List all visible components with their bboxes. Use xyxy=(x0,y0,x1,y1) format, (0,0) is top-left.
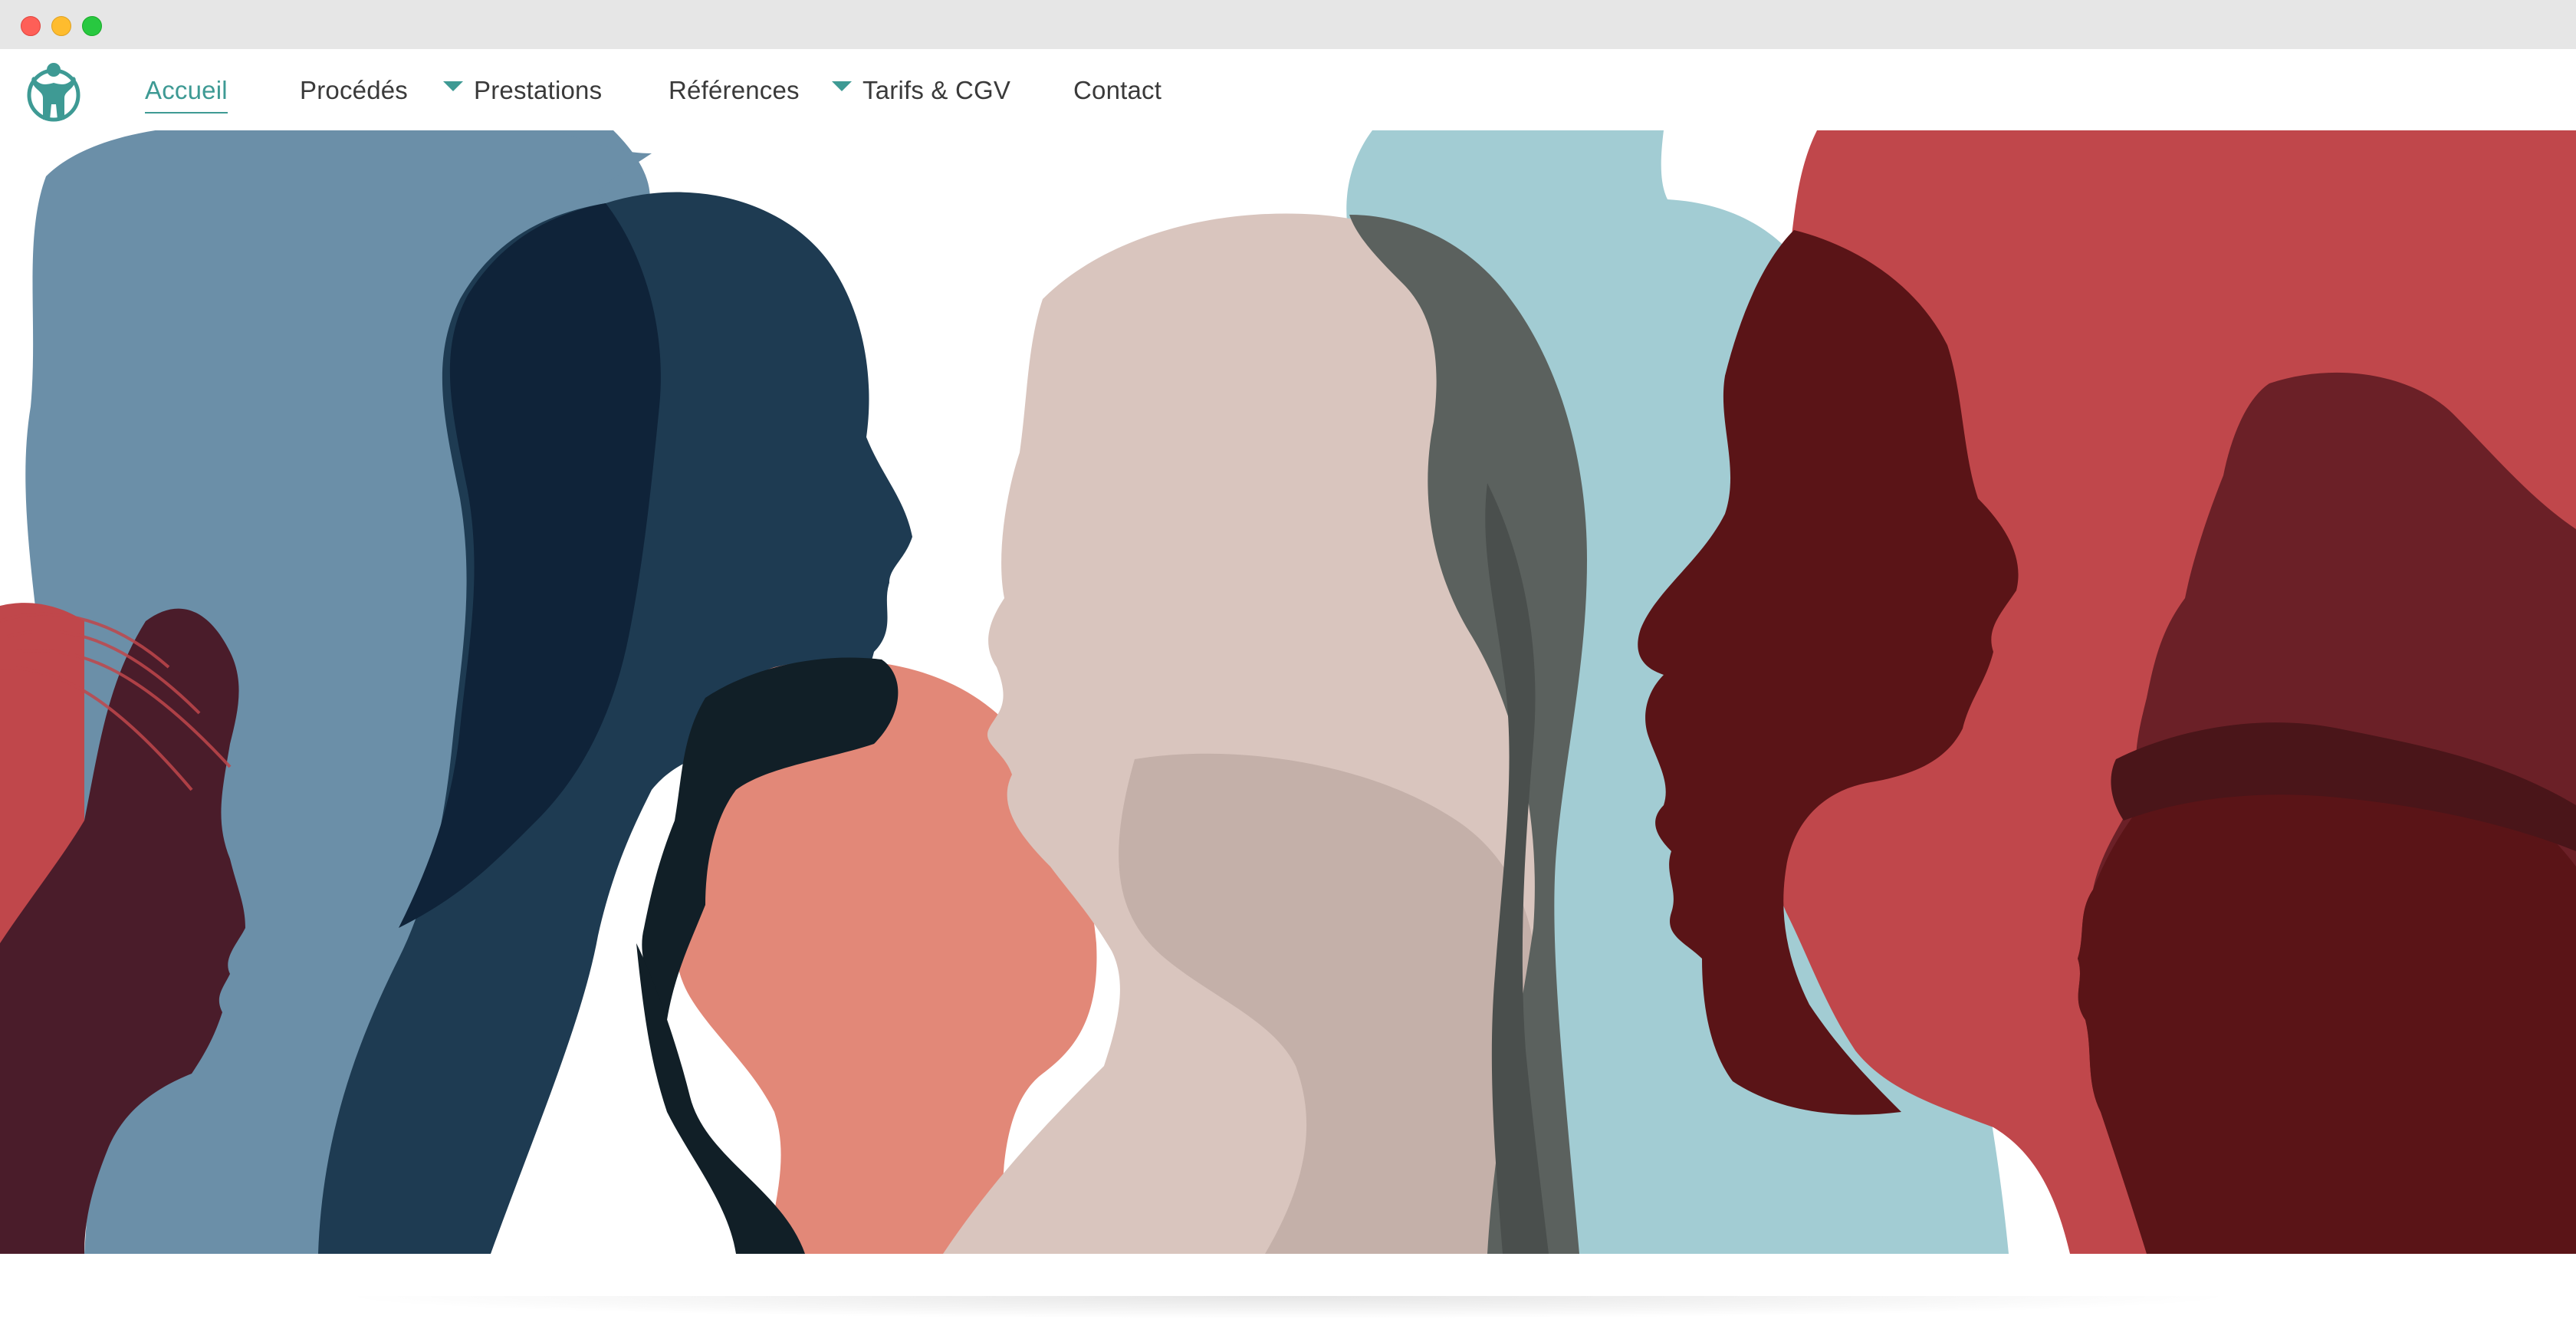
dropdown-caret-icon xyxy=(832,81,852,91)
nav-item-label: Procédés xyxy=(300,76,409,104)
nav-item-prestations[interactable]: Prestations xyxy=(443,75,602,106)
nav-item-label: Contact xyxy=(1073,76,1162,104)
people-silhouettes-illustration xyxy=(0,130,2576,1254)
dropdown-caret-icon xyxy=(443,81,463,91)
nav-item-tarifs-cgv[interactable]: Tarifs & CGV xyxy=(832,75,1010,106)
zoom-window-button[interactable] xyxy=(82,16,102,36)
person-arms-raised-icon xyxy=(27,63,80,122)
nav-item-label: Prestations xyxy=(474,76,603,104)
browser-titlebar xyxy=(0,0,2576,50)
main-navigation: Accueil Procédés Prestations Références … xyxy=(0,49,2576,130)
nav-item-contact[interactable]: Contact xyxy=(1073,75,1162,106)
nav-item-label: Références xyxy=(669,76,800,104)
nav-item-accueil[interactable]: Accueil xyxy=(145,75,228,113)
nav-item-procedes[interactable]: Procédés xyxy=(300,75,408,106)
content-shadow xyxy=(330,1296,2246,1319)
nav-item-references[interactable]: Références xyxy=(669,75,800,106)
close-window-button[interactable] xyxy=(21,16,41,36)
minimize-window-button[interactable] xyxy=(51,16,71,36)
site-logo[interactable] xyxy=(23,60,84,123)
active-underline xyxy=(145,112,228,113)
nav-item-label: Accueil xyxy=(145,76,228,104)
nav-item-label: Tarifs & CGV xyxy=(863,76,1011,104)
hero-banner xyxy=(0,130,2576,1254)
